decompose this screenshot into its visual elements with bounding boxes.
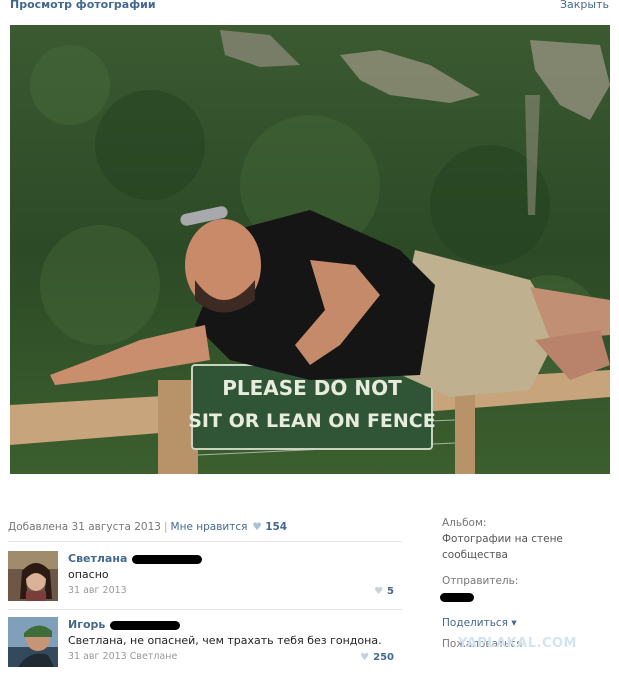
comment-date[interactable]: 31 авг 2013 Светлане: [68, 651, 177, 662]
comment-date[interactable]: 31 авг 2013: [68, 585, 127, 596]
watermark: YAPLAKAL.COM: [458, 636, 577, 651]
album-label: Альбом:: [442, 517, 487, 529]
photo-illustration: PLEASE DO NOT SIT OR LEAN ON FENCE: [10, 25, 610, 474]
photo-meta: Добавлена 31 августа 2013 | Мне нравится ♥ …: [8, 521, 287, 533]
avatar[interactable]: [8, 617, 58, 667]
comment-like-button[interactable]: ♥ 250: [360, 652, 394, 663]
heart-icon: ♥: [360, 652, 370, 663]
comment-text: опасно: [68, 568, 109, 581]
avatar[interactable]: [8, 551, 58, 601]
divider: [8, 609, 402, 610]
comment-text: Светлана, не опасней, чем трахать тебя б…: [68, 634, 382, 647]
comment-item: Игорь Светлана, не опасней, чем трахать …: [8, 617, 402, 672]
comment-author[interactable]: Светлана: [68, 552, 203, 565]
comment-like-count: 5: [387, 586, 394, 597]
like-count: 154: [265, 521, 288, 533]
comment-like-button[interactable]: ♥ 5: [374, 586, 394, 597]
chevron-down-icon: ▾: [511, 617, 517, 629]
share-button[interactable]: Поделиться ▾: [442, 615, 612, 631]
comment-author[interactable]: Игорь: [68, 618, 181, 631]
redacted-surname: [110, 620, 181, 630]
added-date: Добавлена 31 августа 2013: [8, 521, 161, 533]
heart-icon: ♥: [374, 586, 384, 597]
meta-separator: |: [163, 521, 168, 533]
comment-like-count: 250: [373, 652, 394, 663]
divider: [8, 541, 402, 542]
redacted-surname: [132, 554, 203, 564]
photo-viewer-image[interactable]: PLEASE DO NOT SIT OR LEAN ON FENCE: [10, 25, 610, 474]
album-link[interactable]: Фотографии на стене сообщества: [442, 531, 572, 563]
page-title: Просмотр фотографии: [10, 0, 156, 11]
like-button[interactable]: Мне нравится: [171, 521, 248, 533]
sign-line-2: SIT OR LEAN ON FENCE: [188, 410, 435, 432]
heart-icon: ♥: [252, 521, 262, 533]
close-link[interactable]: Закрыть: [560, 0, 609, 11]
redacted-sender[interactable]: [440, 593, 474, 602]
sender-label: Отправитель:: [442, 575, 519, 587]
comment-item: Светлана опасно 31 авг 2013 ♥ 5: [8, 551, 402, 606]
